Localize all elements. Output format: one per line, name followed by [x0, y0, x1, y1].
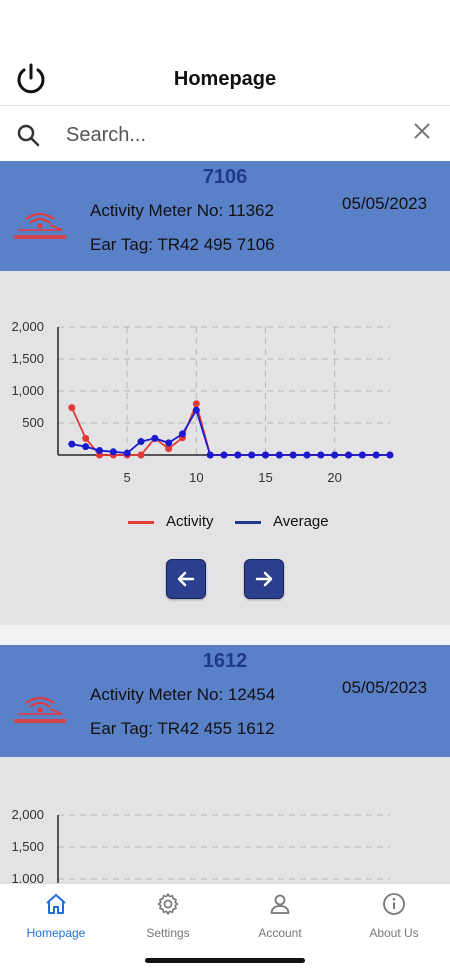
- x-tick-label: 5: [124, 470, 131, 485]
- data-point-average: [96, 447, 103, 455]
- legend-activity-swatch: [128, 520, 154, 524]
- chart-panel: 500 1,000 1,500 2,000 5 10 15 20 Activity Avera…: [0, 271, 450, 625]
- tab-homepage[interactable]: Homepage: [0, 884, 112, 946]
- data-point-average: [234, 451, 242, 459]
- search-bar: [0, 105, 450, 163]
- tab-label: Settings: [146, 926, 190, 940]
- series-line-average: [71, 407, 390, 456]
- data-point-average: [331, 451, 339, 459]
- data-point-average: [123, 449, 131, 457]
- card-header[interactable]: 7106 Activity Meter No: 11362 Ear Tag: T…: [0, 161, 450, 271]
- tab-about-us[interactable]: About Us: [338, 884, 450, 946]
- actimoo-logo: [14, 213, 66, 239]
- y-tick-label: 2,000: [11, 319, 44, 334]
- animal-card: 1612 Activity Meter No: 12454 Ear Tag: T…: [0, 645, 450, 883]
- tab-label: Homepage: [26, 926, 86, 940]
- arrow-right-icon: [255, 571, 273, 587]
- activity-meter-number: Activity Meter No: 12454: [90, 685, 276, 704]
- data-point-average: [289, 451, 297, 459]
- activity-meter-number: Activity Meter No: 11362: [90, 201, 274, 220]
- data-point-average: [179, 430, 186, 438]
- legend-average: Average: [235, 513, 329, 530]
- legend-average-label: Average: [273, 513, 329, 530]
- actimoo-logo: [14, 697, 66, 723]
- data-point-average: [192, 406, 200, 414]
- legend-average-swatch: [235, 520, 261, 524]
- data-point-average: [151, 434, 159, 442]
- y-tick-label: 1,000: [11, 871, 44, 883]
- data-point-average: [109, 448, 117, 456]
- y-tick-label: 1,500: [11, 351, 44, 366]
- data-point-average: [372, 451, 380, 459]
- data-point-average: [82, 443, 90, 451]
- y-tick-label: 2,000: [11, 807, 44, 822]
- x-tick-label: 15: [258, 470, 272, 485]
- card-id: 7106: [202, 166, 248, 188]
- y-tick-label: 1,500: [11, 839, 44, 854]
- data-point-activity: [192, 400, 200, 408]
- chart-panel: 1,000 1,500 2,000: [0, 757, 450, 883]
- activity-chart: 500 1,000 1,500 2,000 5 10 15 20: [11, 319, 394, 485]
- data-point-average: [248, 451, 256, 459]
- data-point-average: [386, 451, 394, 459]
- card-id: 1612: [202, 650, 248, 672]
- search-icon: [17, 124, 40, 147]
- y-tick-label: 1,000: [11, 383, 44, 398]
- data-point-average: [303, 451, 311, 459]
- ear-tag: Ear Tag: TR42 495 7106: [90, 235, 275, 254]
- data-point-average: [345, 451, 352, 459]
- search-input[interactable]: [64, 118, 388, 152]
- activity-chart: 1,000 1,500 2,000: [11, 807, 390, 883]
- card-header[interactable]: 1612 Activity Meter No: 12454 Ear Tag: T…: [0, 645, 450, 757]
- data-point-average: [165, 439, 173, 447]
- next-button[interactable]: [244, 559, 284, 599]
- home-indicator: [145, 958, 305, 963]
- ear-tag: Ear Tag: TR42 455 1612: [90, 719, 275, 738]
- data-point-activity: [82, 434, 90, 442]
- previous-button[interactable]: [166, 559, 206, 599]
- tab-label: Account: [258, 926, 302, 940]
- data-point-average: [262, 451, 269, 459]
- gear-icon: [157, 893, 179, 915]
- data-point-activity: [68, 404, 76, 412]
- series-line-activity: [71, 400, 390, 456]
- user-icon: [270, 894, 290, 914]
- card-list[interactable]: 7106 Activity Meter No: 11362 Ear Tag: T…: [0, 161, 450, 883]
- app-header: Homepage: [0, 0, 450, 105]
- arrow-left-icon: [177, 571, 195, 587]
- tab-settings[interactable]: Settings: [112, 884, 224, 946]
- animal-card: 7106 Activity Meter No: 11362 Ear Tag: T…: [0, 161, 450, 625]
- y-tick-label: 500: [22, 415, 44, 430]
- page-title: Homepage: [173, 68, 277, 90]
- legend-activity: Activity: [128, 513, 214, 530]
- x-tick-label: 10: [189, 470, 203, 485]
- data-point-average: [358, 451, 366, 459]
- card-date: 05/05/2023: [342, 678, 428, 697]
- home-icon: [46, 894, 66, 914]
- data-point-average: [68, 440, 76, 448]
- card-date: 05/05/2023: [342, 194, 428, 213]
- x-tick-label: 20: [327, 470, 341, 485]
- data-point-average: [220, 451, 228, 459]
- info-icon: [383, 893, 405, 915]
- data-point-average: [206, 451, 214, 459]
- tab-account[interactable]: Account: [224, 884, 336, 946]
- data-point-average: [317, 451, 325, 459]
- legend-activity-label: Activity: [166, 513, 214, 530]
- tab-label: About Us: [369, 926, 419, 940]
- data-point-activity: [137, 451, 145, 459]
- close-icon[interactable]: [412, 121, 432, 141]
- data-point-average: [275, 451, 283, 459]
- data-point-average: [137, 438, 145, 446]
